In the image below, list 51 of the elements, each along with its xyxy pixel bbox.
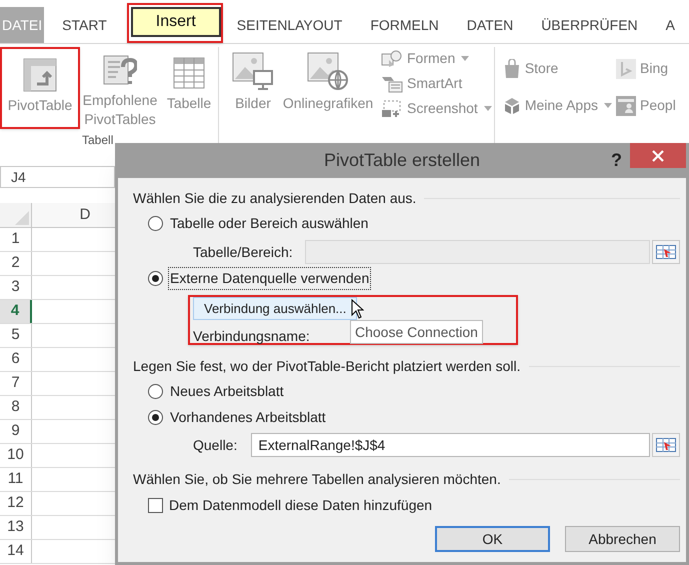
- ribbon-tab[interactable]: A: [652, 7, 689, 43]
- person-card-icon: [616, 96, 636, 116]
- grid-arrow-icon: [656, 438, 676, 452]
- mouse-pointer-icon: [351, 299, 364, 319]
- shopping-bag-icon: [502, 58, 521, 78]
- name-box[interactable]: J4: [0, 166, 115, 188]
- field-label: Tabelle/Bereich:: [193, 242, 293, 262]
- row-header[interactable]: 4: [0, 300, 32, 323]
- cancel-button[interactable]: Abbrechen: [565, 526, 680, 552]
- range-field[interactable]: ExternalRange!$J$4: [251, 433, 650, 457]
- help-button[interactable]: ?: [611, 147, 622, 174]
- field-label: Quelle:: [193, 436, 238, 455]
- tooltip: Choose Connection: [350, 320, 483, 344]
- ribbon-tab[interactable]: DATEN: [452, 7, 528, 43]
- pivot-table-icon: [23, 58, 57, 92]
- field-label: Verbindungsname:: [193, 328, 310, 344]
- ribbon-tab[interactable]: ÜBERPRÜFEN: [527, 7, 652, 43]
- radio-label[interactable]: Tabelle oder Bereich auswählen: [169, 213, 370, 234]
- ribbon-tab[interactable]: Insert: [130, 7, 221, 37]
- radio-button[interactable]: [148, 216, 163, 231]
- close-icon: [652, 150, 664, 162]
- radio-button[interactable]: [148, 410, 163, 424]
- radio-label[interactable]: Externe Datenquelle verwenden: [169, 268, 370, 289]
- radio-label[interactable]: Neues Arbeitsblatt: [169, 380, 285, 402]
- shapes-icon: [381, 50, 403, 68]
- checkbox-label[interactable]: Dem Datenmodell diese Daten hinzufügen: [169, 494, 432, 516]
- section-heading: Wählen Sie, ob Sie mehrere Tabellen analysieren möchten.: [133, 470, 501, 489]
- group-label: Tabell: [81, 132, 114, 149]
- picture-monitor-icon: [232, 52, 274, 90]
- radio-button[interactable]: [148, 384, 163, 398]
- radio-label[interactable]: Vorhandenes Arbeitsblatt: [169, 406, 327, 428]
- dialog-title: PivotTable erstellen: [324, 149, 480, 172]
- triangle-icon: [15, 211, 29, 225]
- ok-button[interactable]: OK: [435, 526, 550, 552]
- close-button[interactable]: [630, 143, 686, 168]
- grid-arrow-icon: [656, 245, 676, 259]
- range-picker-button[interactable]: [652, 240, 680, 264]
- checkbox[interactable]: [148, 498, 163, 512]
- table-question-icon: [103, 53, 137, 87]
- range-picker-button[interactable]: [652, 433, 680, 457]
- radio-button[interactable]: [148, 271, 163, 286]
- ribbon-tab[interactable]: SEITENLAYOUT: [222, 7, 356, 43]
- ribbon-tab[interactable]: START: [44, 7, 125, 43]
- picture-globe-icon: [307, 52, 349, 90]
- smartart-icon: [381, 74, 403, 92]
- table-icon: [172, 56, 206, 90]
- ribbon-tab[interactable]: FORMELN: [356, 7, 453, 43]
- cubes-icon: [502, 96, 521, 116]
- section-heading: Legen Sie fest, wo der PivotTable-Bericht platziert werden soll.: [133, 356, 521, 376]
- connection-button[interactable]: Verbindung auswählen...: [193, 297, 358, 320]
- screenshot-icon: [381, 100, 403, 118]
